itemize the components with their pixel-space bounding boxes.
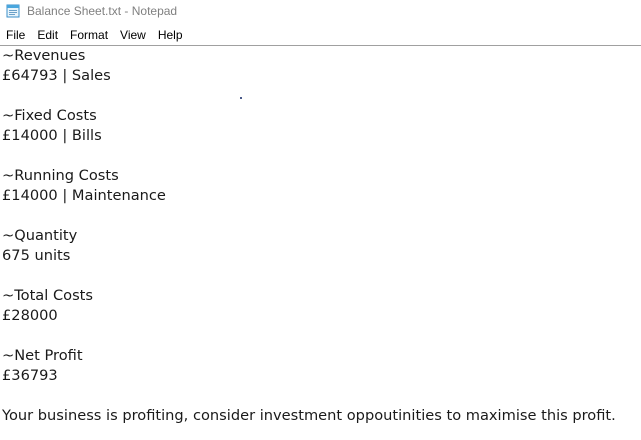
text-line: ~Net Profit (2, 347, 83, 364)
menu-view[interactable]: View (114, 25, 152, 45)
text-line (2, 206, 641, 226)
text-line: ~Running Costs (2, 167, 119, 184)
menu-format[interactable]: Format (64, 25, 114, 45)
text-line (2, 266, 641, 286)
menu-help[interactable]: Help (152, 25, 189, 45)
text-line: ~Revenues (2, 47, 86, 64)
menu-bar: File Edit Format View Help (0, 24, 641, 46)
text-line: ~Fixed Costs (2, 107, 97, 124)
window-title: Balance Sheet.txt - Notepad (27, 4, 178, 18)
text-line: £14000 | Maintenance (2, 187, 166, 204)
text-line: £36793 (2, 367, 58, 384)
text-line: £14000 | Bills (2, 127, 102, 144)
text-line (2, 86, 641, 106)
title-bar[interactable]: Balance Sheet.txt - Notepad (0, 0, 641, 22)
text-editor[interactable]: ~Revenues £64793 | Sales ~Fixed Costs £1… (0, 46, 641, 440)
mouse-cursor-dot (240, 97, 242, 99)
menu-file[interactable]: File (0, 25, 31, 45)
text-line: £28000 (2, 307, 58, 324)
menu-edit[interactable]: Edit (31, 25, 64, 45)
text-line: 675 units (2, 247, 71, 264)
text-line (2, 386, 641, 406)
text-line: £64793 | Sales (2, 67, 111, 84)
notepad-window: Balance Sheet.txt - Notepad File Edit Fo… (0, 0, 641, 440)
text-line (2, 326, 641, 346)
notepad-icon (6, 4, 21, 18)
text-line: ~Quantity (2, 227, 78, 244)
text-line: ~Total Costs (2, 287, 93, 304)
text-line: Your business is profiting, consider inv… (2, 407, 616, 424)
text-line (2, 146, 641, 166)
